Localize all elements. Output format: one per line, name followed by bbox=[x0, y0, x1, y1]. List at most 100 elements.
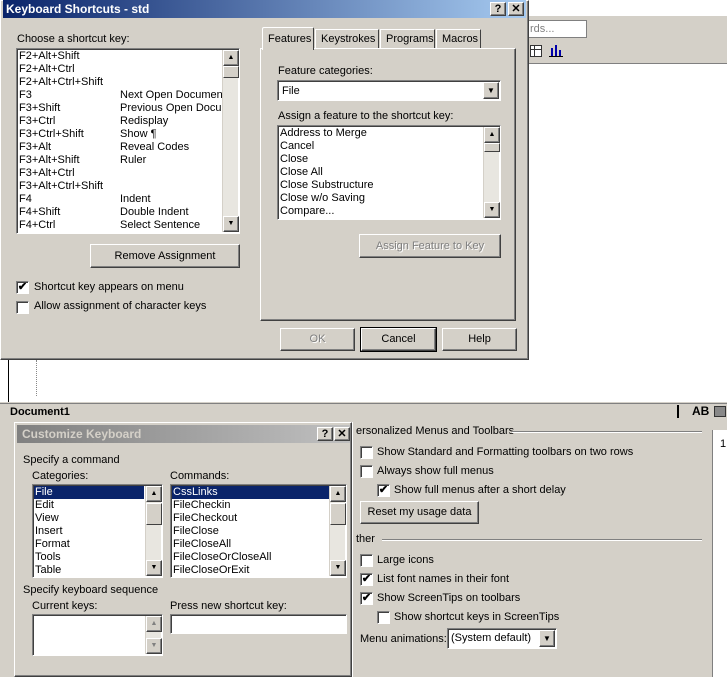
assign-feature-button[interactable]: Assign Feature to Key bbox=[359, 234, 501, 258]
appears-on-menu-checkbox[interactable]: ✔ bbox=[16, 281, 29, 294]
remove-assignment-button[interactable]: Remove Assignment bbox=[90, 244, 240, 268]
commands-scrollbar[interactable]: ▲ ▼ bbox=[329, 486, 346, 576]
tab-programs[interactable]: Programs bbox=[380, 29, 435, 48]
shortcut-row[interactable]: F2+Alt+Ctrl+Shift bbox=[16, 76, 222, 89]
scroll-up-icon[interactable]: ▲ bbox=[146, 616, 162, 632]
shortcut-row[interactable]: F4+Ctrl Select Sentence bbox=[16, 219, 222, 232]
scroll-thumb[interactable] bbox=[223, 66, 239, 78]
tab-programs-label: Programs bbox=[386, 33, 434, 45]
categories-scrollbar[interactable]: ▲ ▼ bbox=[145, 486, 162, 576]
shortcut-row[interactable]: F3+Ctrl+Shift Show ¶ bbox=[16, 128, 222, 141]
scroll-up-icon[interactable]: ▲ bbox=[223, 50, 239, 66]
feature-item[interactable]: Compare... bbox=[279, 205, 334, 218]
shortcut-row[interactable]: F4+Shift Double Indent bbox=[16, 206, 222, 219]
shortcut-row[interactable]: F3+Alt+Ctrl bbox=[16, 167, 222, 180]
scroll-thumb[interactable] bbox=[330, 503, 346, 525]
allow-chars-checkbox[interactable] bbox=[16, 301, 29, 314]
document-title-bar bbox=[0, 403, 727, 421]
shortcut-row[interactable]: F3+Ctrl Redisplay bbox=[16, 115, 222, 128]
category-item[interactable]: File bbox=[34, 486, 144, 499]
cancel-button[interactable]: Cancel bbox=[360, 327, 437, 352]
feature-item[interactable]: Cancel bbox=[279, 140, 314, 153]
command-item[interactable]: FileClose bbox=[172, 525, 219, 538]
customize-close-button[interactable]: ✕ bbox=[334, 427, 350, 441]
category-item[interactable]: Insert bbox=[34, 525, 63, 538]
tab-keystrokes[interactable]: Keystrokes bbox=[315, 29, 379, 48]
command-item[interactable]: FileCheckin bbox=[172, 499, 230, 512]
shortcut-row[interactable]: F3+Shift Previous Open Docu bbox=[16, 102, 222, 115]
scroll-up-icon[interactable]: ▲ bbox=[330, 486, 346, 502]
menu-animations-dropdown-button[interactable]: ▼ bbox=[539, 630, 555, 647]
command-item[interactable]: FileCloseOrCloseAll bbox=[172, 551, 271, 564]
font-names-checkbox[interactable]: ✔ bbox=[360, 573, 373, 586]
command-item[interactable]: CssLinks bbox=[172, 486, 330, 499]
shortcut-row[interactable]: F3 Next Open Document bbox=[16, 89, 222, 102]
ok-button[interactable]: OK bbox=[280, 328, 355, 351]
appears-on-menu-label: Shortcut key appears on menu bbox=[34, 281, 184, 293]
screentips-checkbox[interactable]: ✔ bbox=[360, 592, 373, 605]
other-header: ther bbox=[356, 533, 375, 545]
shortcuts-help-button[interactable]: ? bbox=[490, 2, 506, 16]
category-item[interactable]: Edit bbox=[34, 499, 54, 512]
feature-item[interactable]: Close All bbox=[279, 166, 323, 179]
feature-item[interactable]: Address to Merge bbox=[279, 127, 367, 140]
feature-category-select[interactable] bbox=[277, 80, 501, 101]
press-new-shortcut-input[interactable] bbox=[170, 614, 347, 634]
scroll-thumb[interactable] bbox=[484, 143, 500, 152]
shortcut-tips-checkbox[interactable] bbox=[377, 611, 390, 624]
scroll-down-icon[interactable]: ▼ bbox=[330, 560, 346, 576]
category-item[interactable]: Format bbox=[34, 538, 70, 551]
feature-item[interactable]: Close w/o Saving bbox=[279, 192, 365, 205]
shortcut-feature: Double Indent bbox=[120, 206, 189, 218]
bar-chart-icon[interactable] bbox=[549, 45, 563, 57]
feature-category-dropdown-button[interactable]: ▼ bbox=[483, 82, 499, 99]
feature-item[interactable]: Close Substructure bbox=[279, 179, 374, 192]
category-item[interactable]: Table bbox=[34, 564, 61, 577]
command-item[interactable]: FileCloseAll bbox=[172, 538, 231, 551]
text-cursor-icon[interactable] bbox=[677, 405, 685, 418]
scroll-down-icon[interactable]: ▼ bbox=[146, 638, 162, 654]
large-icons-checkbox[interactable] bbox=[360, 554, 373, 567]
shortcut-row[interactable]: F2+Alt+Shift bbox=[16, 50, 222, 63]
command-item[interactable]: FileCheckout bbox=[172, 512, 237, 525]
scroll-thumb[interactable] bbox=[146, 503, 162, 525]
two-rows-label: Show Standard and Formatting toolbars on… bbox=[377, 446, 634, 458]
printer-icon[interactable] bbox=[714, 406, 726, 417]
full-delay-checkbox[interactable]: ✔ bbox=[377, 484, 390, 497]
scroll-down-icon[interactable]: ▼ bbox=[146, 560, 162, 576]
table-icon[interactable] bbox=[530, 45, 542, 57]
customize-help-button[interactable]: ? bbox=[317, 427, 333, 441]
shortcut-key: F2+Alt+Shift bbox=[19, 50, 80, 62]
full-menus-checkbox[interactable] bbox=[360, 465, 373, 478]
large-icons-label: Large icons bbox=[377, 554, 434, 566]
scroll-up-icon[interactable]: ▲ bbox=[146, 486, 162, 502]
scroll-down-icon[interactable]: ▼ bbox=[223, 216, 239, 232]
shortcut-key: F3+Shift bbox=[19, 102, 61, 114]
scroll-down-icon[interactable]: ▼ bbox=[484, 202, 500, 218]
background-right-icons[interactable]: AB bbox=[692, 405, 709, 418]
scroll-up-icon[interactable]: ▲ bbox=[484, 127, 500, 143]
tab-macros[interactable]: Macros bbox=[436, 29, 481, 48]
category-item[interactable]: Tools bbox=[34, 551, 61, 564]
feature-list-scrollbar[interactable]: ▲ ▼ bbox=[483, 127, 500, 218]
shortcut-row[interactable]: F3+Alt+Ctrl+Shift bbox=[16, 180, 222, 193]
help-button[interactable]: Help bbox=[442, 328, 517, 351]
command-item[interactable]: FileCloseOrExit bbox=[172, 564, 249, 577]
current-keys-list[interactable] bbox=[32, 614, 163, 656]
feature-item[interactable]: Close bbox=[279, 153, 308, 166]
shortcuts-close-button[interactable]: ✕ bbox=[508, 2, 524, 16]
options-right-partial-text: 1 bbox=[720, 438, 727, 450]
menu-animations-value: (System default) bbox=[451, 632, 532, 644]
reset-usage-button[interactable]: Reset my usage data bbox=[360, 501, 479, 524]
font-names-label: List font names in their font bbox=[377, 573, 510, 585]
shortcut-row[interactable]: F2+Alt+Ctrl bbox=[16, 63, 222, 76]
shortcut-row[interactable]: F3+Alt Reveal Codes bbox=[16, 141, 222, 154]
shortcut-list-scrollbar[interactable]: ▲ ▼ bbox=[222, 50, 239, 232]
shortcut-row[interactable]: F3+Alt+Shift Ruler bbox=[16, 154, 222, 167]
current-keys-scrollbar[interactable]: ▲ ▼ bbox=[145, 616, 162, 654]
shortcut-key: F3+Alt+Shift bbox=[19, 154, 80, 166]
category-item[interactable]: View bbox=[34, 512, 59, 525]
two-rows-checkbox[interactable] bbox=[360, 446, 373, 459]
shortcut-row[interactable]: F4 Indent bbox=[16, 193, 222, 206]
tab-features[interactable]: Features bbox=[262, 27, 314, 50]
